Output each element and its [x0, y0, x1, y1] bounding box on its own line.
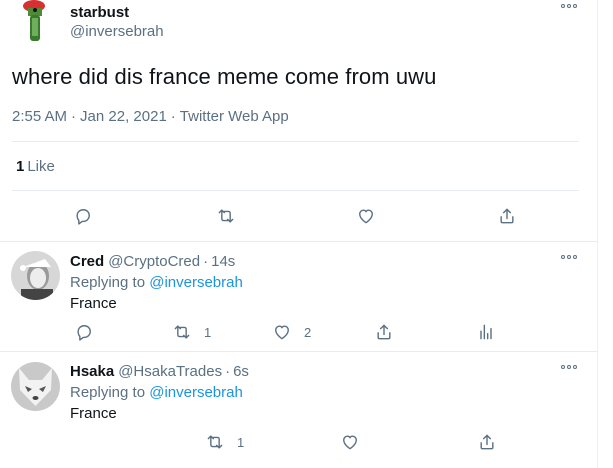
replying-to: Replying to @inversebrah — [70, 384, 243, 401]
reply-button[interactable] — [73, 206, 93, 226]
like-button[interactable] — [356, 206, 376, 226]
tweet-meta: 2:55 AM · Jan 22, 2021 · Twitter Web App — [12, 108, 289, 125]
share-icon — [377, 324, 391, 340]
like-count-number: 1 — [16, 158, 25, 175]
scrollbar[interactable] — [597, 0, 613, 468]
replying-mention[interactable]: @inversebrah — [149, 384, 243, 401]
tweet-thread: starbust @inversebrah where did dis fran… — [0, 0, 613, 468]
more-icon[interactable] — [561, 365, 577, 369]
avatar[interactable] — [11, 251, 60, 300]
like-count-label: Like — [27, 158, 55, 175]
reply-author-name[interactable]: Hsaka — [70, 363, 114, 380]
tweet-time[interactable]: 2:55 AM — [12, 108, 67, 125]
reply-dot: · — [203, 253, 209, 270]
reply-header: Hsaka @HsakaTrades · 6s — [70, 363, 249, 380]
retweet-icon — [174, 325, 190, 339]
reply-time[interactable]: 6s — [233, 363, 249, 380]
main-tweet: starbust @inversebrah where did dis fran… — [0, 0, 597, 241]
more-icon[interactable] — [561, 255, 577, 259]
author-handle[interactable]: @inversebrah — [70, 23, 164, 40]
retweet-count: 1 — [237, 434, 245, 450]
replying-prefix: Replying to — [70, 384, 146, 401]
reply-dot: · — [225, 363, 231, 380]
reply-tweet[interactable]: Cred @CryptoCred · 14s Replying to @inverse… — [0, 242, 597, 350]
retweet-icon — [207, 435, 223, 449]
divider — [12, 190, 579, 191]
like-icon — [343, 435, 357, 450]
avatar[interactable] — [11, 362, 60, 411]
meta-separator: · — [71, 108, 77, 125]
tweet-text: where did dis france meme come from uwu — [12, 64, 437, 89]
like-count-link[interactable]: 1 Like — [16, 158, 55, 175]
divider — [12, 141, 579, 142]
replying-to: Replying to @inversebrah — [70, 274, 243, 291]
replying-mention[interactable]: @inversebrah — [149, 274, 243, 291]
avatar[interactable] — [10, 0, 60, 48]
like-button[interactable] — [340, 432, 360, 452]
reply-tweet[interactable]: Hsaka @HsakaTrades · 6s Replying to @invers… — [0, 352, 597, 468]
share-button[interactable] — [497, 206, 517, 226]
reply-author-handle[interactable]: @HsakaTrades — [118, 363, 222, 380]
reply-text: France — [70, 405, 117, 422]
retweet-icon — [218, 209, 234, 223]
retweet-button[interactable]: 1 — [172, 322, 211, 342]
share-button[interactable] — [374, 322, 394, 342]
retweet-button[interactable] — [216, 206, 236, 226]
like-icon — [275, 325, 289, 340]
reply-author-handle[interactable]: @CryptoCred — [108, 253, 200, 270]
analytics-icon — [480, 324, 492, 340]
reply-icon — [77, 325, 91, 341]
reply-header: Cred @CryptoCred · 14s — [70, 253, 235, 270]
like-button[interactable]: 2 — [272, 322, 311, 342]
reply-author-name[interactable]: Cred — [70, 253, 104, 270]
more-icon[interactable] — [561, 4, 577, 8]
retweet-button[interactable]: 1 — [205, 432, 244, 452]
retweet-count: 1 — [204, 324, 212, 340]
replying-prefix: Replying to — [70, 274, 146, 291]
reply-icon — [76, 209, 90, 225]
reply-button[interactable] — [74, 322, 94, 342]
like-count: 2 — [304, 324, 312, 340]
share-icon — [480, 434, 494, 450]
tweet-date[interactable]: Jan 22, 2021 — [80, 108, 167, 125]
share-icon — [500, 208, 514, 224]
analytics-button[interactable] — [476, 322, 496, 342]
share-button[interactable] — [477, 432, 497, 452]
like-icon — [359, 209, 373, 224]
meta-separator: · — [170, 108, 176, 125]
author-name[interactable]: starbust — [70, 4, 129, 21]
reply-text: France — [70, 295, 117, 312]
tweet-source[interactable]: Twitter Web App — [180, 108, 289, 125]
reply-time[interactable]: 14s — [211, 253, 235, 270]
